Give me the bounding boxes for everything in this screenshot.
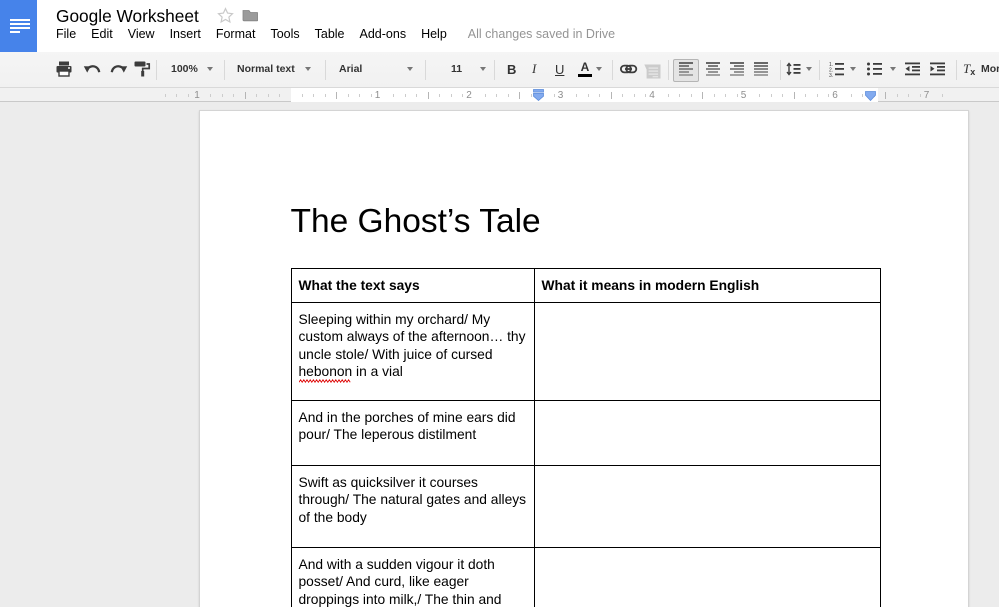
- svg-text:3.: 3.: [829, 73, 833, 77]
